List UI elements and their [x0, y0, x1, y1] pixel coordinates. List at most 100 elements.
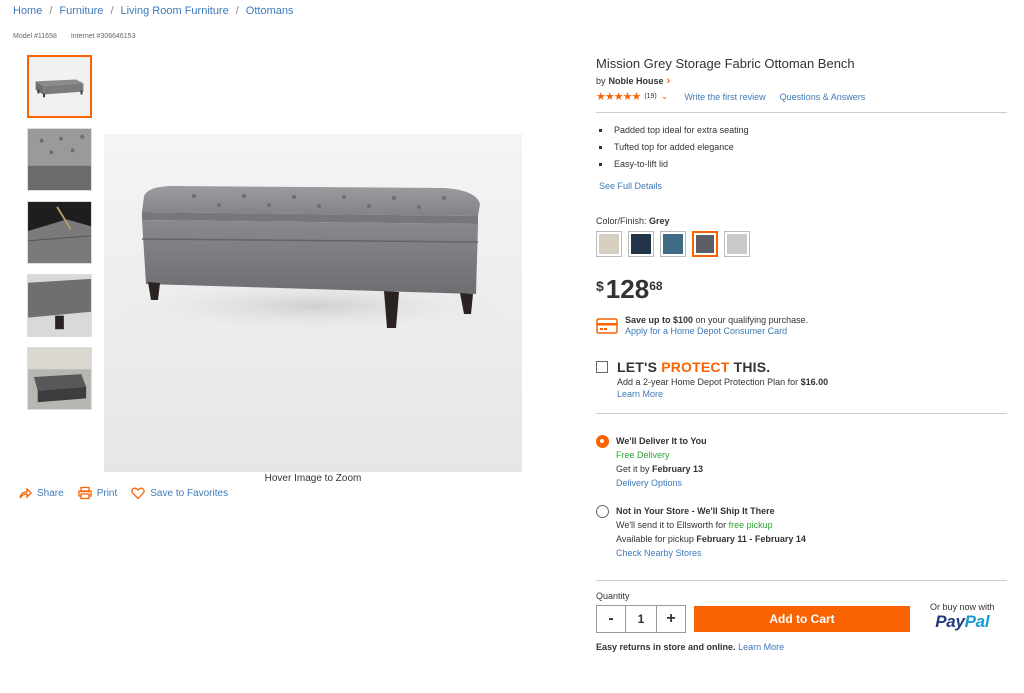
ottoman-bench-illustration — [114, 186, 514, 334]
delivery-date-prefix: Get it by — [616, 464, 653, 474]
thumbnail-4[interactable] — [27, 274, 92, 337]
print-label: Print — [96, 487, 118, 499]
deliver-option[interactable]: We'll Deliver It to You Free Delivery Ge… — [596, 434, 1008, 490]
leg-detail-image — [28, 275, 91, 336]
divider — [596, 413, 1007, 414]
breadcrumb-furniture[interactable]: Furniture — [59, 5, 103, 17]
internet-number: Internet #306646153 — [70, 33, 136, 40]
print-button[interactable]: Print — [78, 486, 118, 500]
thumbnail-5[interactable] — [27, 347, 92, 410]
deliver-heading: We'll Deliver It to You — [616, 436, 707, 446]
protection-plan-checkbox[interactable] — [596, 361, 608, 373]
quantity-label: Quantity — [596, 591, 630, 601]
paypal-logo-pay: Pay — [935, 612, 965, 631]
feature-bullet: Tufted top for added elegance — [599, 142, 1008, 152]
main-product-image[interactable] — [104, 134, 522, 472]
tufted-top-detail-image — [28, 129, 91, 190]
cart-row: - 1 + Add to Cart Or buy now with PayPal — [596, 602, 1008, 633]
write-review-link[interactable]: Write the first review — [684, 92, 765, 102]
ottoman-thumbnail-image — [29, 57, 90, 116]
or-buy-now-label: Or buy now with — [930, 602, 995, 612]
ship-heading: Not in Your Store - We'll Ship It There — [616, 506, 775, 516]
chevron-down-icon[interactable]: ⌄ — [661, 91, 669, 102]
thumbnail-2[interactable] — [27, 128, 92, 191]
protection-price: $16.00 — [800, 377, 829, 387]
paypal-button[interactable]: Or buy now with PayPal — [930, 602, 995, 632]
price-currency: $ — [596, 278, 604, 294]
ship-send-prefix: We'll send it to Ellsworth for — [616, 520, 729, 530]
divider — [596, 580, 1007, 581]
credit-card-icon — [596, 318, 618, 334]
breadcrumb-separator: / — [235, 5, 239, 17]
swatch-light-grey[interactable] — [724, 231, 750, 257]
chevron-right-icon: › — [666, 75, 671, 87]
protection-title-b: PROTECT — [661, 359, 730, 375]
breadcrumb-separator: / — [110, 5, 114, 17]
protection-text: Add a 2-year Home Depot Protection Plan … — [617, 377, 801, 387]
save-offer: Save up to $100 — [625, 315, 694, 325]
color-finish-label: Color/Finish: Grey — [596, 216, 1008, 226]
brand-link[interactable]: Noble House — [609, 76, 664, 86]
save-offer-suffix: on your qualifying purchase. — [693, 315, 809, 325]
returns-text: Easy returns in store and online. — [596, 642, 736, 652]
quantity-stepper: - 1 + — [596, 605, 686, 633]
questions-answers-link[interactable]: Questions & Answers — [780, 92, 866, 102]
see-full-details-link[interactable]: See Full Details — [599, 181, 662, 191]
share-button[interactable]: Share — [18, 486, 64, 500]
delivery-date: February 13 — [652, 464, 704, 474]
paypal-logo: PayPal — [930, 612, 995, 632]
credit-card-offer: Save up to $100 on your qualifying purch… — [596, 315, 1008, 337]
swatch-navy[interactable] — [628, 231, 654, 257]
thumbnail-list — [27, 55, 94, 420]
divider — [596, 112, 1007, 113]
zoom-hint: Hover Image to Zoom — [264, 473, 362, 484]
swatch-teal[interactable] — [660, 231, 686, 257]
deliver-radio[interactable] — [596, 435, 609, 448]
thumbnail-1[interactable] — [27, 55, 92, 118]
save-to-favorites-button[interactable]: Save to Favorites — [131, 486, 228, 500]
price-cents: 68 — [649, 279, 663, 293]
protection-title-c: THIS. — [729, 359, 771, 375]
protection-plan: LET'S PROTECT THIS. Add a 2-year Home De… — [596, 359, 1008, 399]
price-dollars: 128 — [605, 274, 650, 304]
brand-row: by Noble House › — [596, 75, 1008, 87]
favorites-label: Save to Favorites — [150, 487, 229, 499]
ship-to-store-radio[interactable] — [596, 505, 609, 518]
color-finish-title: Color/Finish: — [596, 216, 647, 226]
swatch-grey-selected[interactable] — [692, 231, 718, 257]
swatch-beige[interactable] — [596, 231, 622, 257]
quantity-input[interactable]: 1 — [625, 606, 657, 632]
print-icon — [78, 486, 92, 500]
returns-info: Easy returns in store and online. Learn … — [596, 642, 1008, 652]
product-details: Mission Grey Storage Fabric Ottoman Benc… — [596, 56, 1008, 652]
pickup-prefix: Available for pickup — [616, 534, 697, 544]
delivery-date-row: Get it by February 13 — [616, 462, 707, 476]
breadcrumb-home[interactable]: Home — [13, 5, 42, 17]
by-label: by — [596, 76, 606, 86]
check-nearby-stores-link[interactable]: Check Nearby Stores — [616, 548, 702, 558]
ship-to-store-option[interactable]: Not in Your Store - We'll Ship It There … — [596, 504, 1008, 560]
star-rating[interactable]: ★★★★★ — [596, 90, 641, 103]
feature-bullet: Easy-to-lift lid — [599, 159, 1008, 169]
paypal-logo-pal: Pal — [964, 612, 990, 631]
quantity-decrease-button[interactable]: - — [597, 606, 625, 632]
pickup-availability-row: Available for pickup February 11 - Febru… — [616, 532, 806, 546]
color-finish-value: Grey — [649, 216, 670, 226]
product-ids: Model #11658 Internet #306646153 — [13, 33, 135, 40]
free-pickup-text: free pickup — [728, 520, 773, 530]
breadcrumb-ottomans[interactable]: Ottomans — [246, 5, 294, 17]
apply-card-link[interactable]: Apply for a Home Depot Consumer Card — [625, 326, 787, 336]
rating-row: ★★★★★ (19) ⌄ Write the first review Ques… — [596, 90, 1008, 103]
add-to-cart-button[interactable]: Add to Cart — [694, 606, 910, 632]
protection-learn-more-link[interactable]: Learn More — [617, 389, 828, 399]
quantity-increase-button[interactable]: + — [657, 606, 685, 632]
share-label: Share — [37, 487, 64, 499]
breadcrumb-living-room[interactable]: Living Room Furniture — [121, 5, 229, 17]
thumbnail-3[interactable] — [27, 201, 92, 264]
share-icon — [19, 487, 32, 499]
price: $ 128 68 — [596, 275, 1008, 303]
returns-learn-more-link[interactable]: Learn More — [738, 642, 784, 652]
protection-title: LET'S PROTECT THIS. — [617, 359, 828, 375]
delivery-options-link[interactable]: Delivery Options — [616, 478, 682, 488]
room-scene-image — [28, 348, 91, 409]
